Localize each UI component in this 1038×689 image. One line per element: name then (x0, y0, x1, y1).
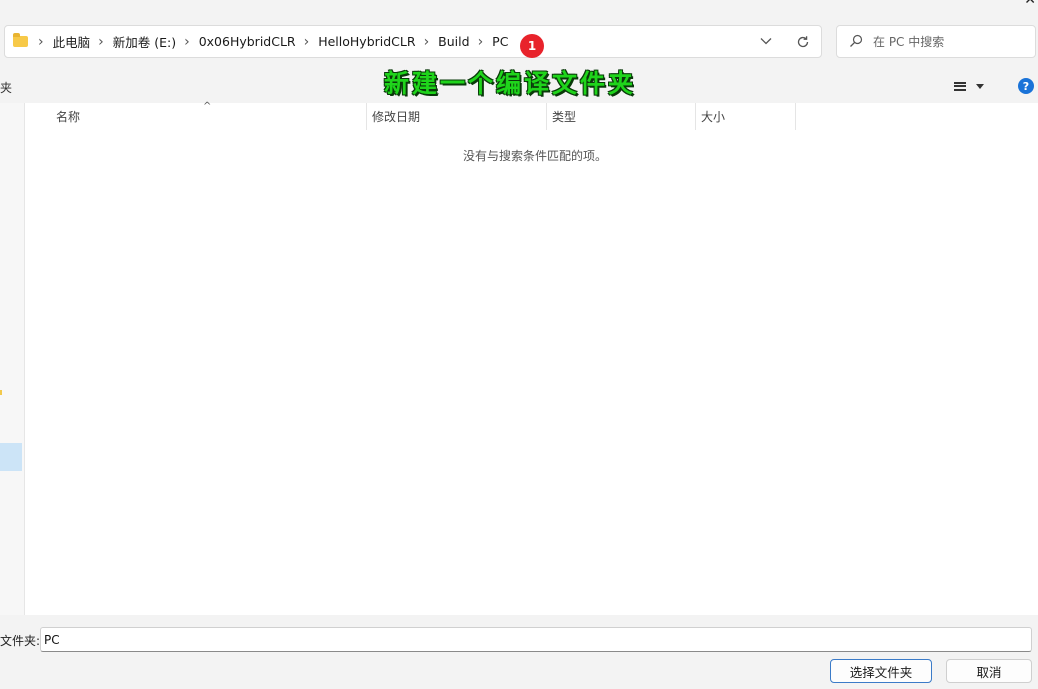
search-box[interactable] (836, 25, 1036, 58)
chevron-down-icon[interactable] (758, 33, 774, 49)
step-badge: 1 (520, 34, 544, 58)
search-input[interactable] (871, 31, 1025, 53)
refresh-icon[interactable] (794, 33, 812, 51)
column-header-date-modified[interactable]: 修改日期 (366, 103, 546, 130)
nav-selected-item[interactable] (0, 443, 22, 471)
folder-name-field[interactable] (40, 627, 1032, 652)
cancel-button[interactable]: 取消 (946, 659, 1032, 683)
annotation-caption: 新建一个编译文件夹 (384, 69, 637, 98)
breadcrumb-item-0x06hybridclr[interactable]: 0x06HybridCLR (199, 34, 296, 49)
address-bar[interactable]: › 此电脑 › 新加卷 (E:) › 0x06HybridCLR › Hello… (4, 25, 822, 58)
view-list-icon (954, 81, 966, 91)
help-icon[interactable]: ? (1018, 78, 1034, 94)
breadcrumb-separator: › (38, 33, 44, 50)
folder-field-label: 文件夹: (0, 634, 41, 648)
breadcrumb: › 此电脑 › 新加卷 (E:) › 0x06HybridCLR › Hello… (13, 26, 508, 57)
sort-ascending-icon: ^ (203, 101, 212, 112)
chevron-down-icon (976, 83, 984, 89)
breadcrumb-item-this-pc[interactable]: 此电脑 (53, 32, 91, 51)
column-divider[interactable] (795, 103, 796, 130)
select-folder-button[interactable]: 选择文件夹 (830, 659, 932, 683)
breadcrumb-separator[interactable]: › (304, 35, 310, 49)
file-list[interactable] (25, 103, 1038, 615)
nav-folder-icon (0, 390, 2, 395)
column-header-size[interactable]: 大小 (695, 103, 795, 130)
breadcrumb-separator[interactable]: › (478, 35, 484, 49)
breadcrumb-separator[interactable]: › (98, 35, 104, 49)
breadcrumb-item-drive-e[interactable]: 新加卷 (E:) (113, 32, 176, 51)
breadcrumb-separator[interactable]: › (184, 35, 190, 49)
view-options-button[interactable] (954, 77, 994, 95)
breadcrumb-item-pc[interactable]: PC (492, 34, 508, 49)
close-icon[interactable]: ✕ (1024, 0, 1036, 7)
column-header-type[interactable]: 类型 (546, 103, 695, 130)
search-icon (849, 34, 863, 48)
breadcrumb-item-build[interactable]: Build (438, 34, 469, 49)
breadcrumb-separator[interactable]: › (424, 35, 430, 49)
nav-pane-label: 夹 (0, 81, 13, 95)
folder-icon (13, 33, 28, 47)
navigation-pane[interactable] (0, 103, 25, 615)
empty-list-message: 没有与搜索条件匹配的项。 (462, 149, 607, 163)
breadcrumb-item-hellohybridclr[interactable]: HelloHybridCLR (318, 34, 415, 49)
